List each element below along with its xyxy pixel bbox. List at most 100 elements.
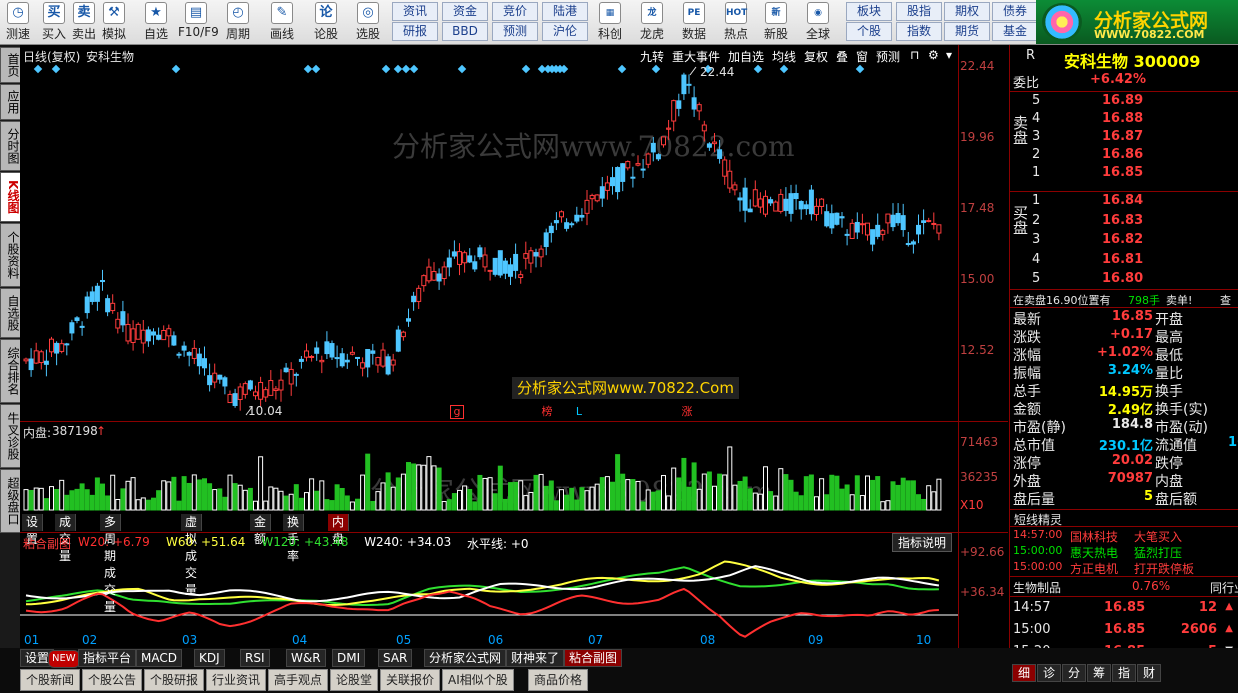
indicator-line: [25, 566, 939, 606]
news-link[interactable]: 个股研报: [144, 669, 205, 691]
quote-bottom-tab[interactable]: 诊: [1037, 664, 1061, 682]
volume-tab[interactable]: 多周期成交量: [100, 514, 122, 614]
left-tab[interactable]: 自选股: [0, 288, 21, 338]
toolbar-dragon-button[interactable]: 龙龙虎: [632, 2, 672, 42]
left-tab[interactable]: 超级盘口: [0, 469, 21, 533]
toolbar-pair-bottom[interactable]: 个股: [846, 22, 892, 41]
volume-tab[interactable]: 虚拟成交量: [181, 514, 203, 597]
volume-bar: [564, 494, 570, 511]
volume-tab[interactable]: 内盘: [328, 514, 350, 546]
ask-price[interactable]: 16.88: [1102, 111, 1143, 126]
volume-bar: [798, 495, 804, 511]
news-link[interactable]: 论股堂: [330, 669, 379, 691]
toolbar-globe-button[interactable]: ◉ 全球: [798, 2, 838, 42]
same-industry-button[interactable]: 同行业: [1210, 579, 1238, 596]
indicator-tab[interactable]: DMI: [332, 649, 366, 667]
toolbar-clock-button[interactable]: ◴ 周期: [220, 2, 256, 42]
big-order-view-button[interactable]: 查: [1220, 292, 1231, 308]
news-link[interactable]: AI相似个股: [442, 669, 514, 691]
toolbar-hot-button[interactable]: HOT 热点: [716, 2, 756, 42]
left-tab[interactable]: 牛叉诊股: [0, 404, 21, 468]
toolbar-pair-top[interactable]: 资讯: [392, 2, 438, 21]
volume-bar: [283, 495, 289, 511]
bid-price[interactable]: 16.83: [1102, 213, 1143, 228]
candle-body: [212, 372, 218, 383]
toolbar-new-stock-button[interactable]: 新新股: [756, 2, 796, 42]
bid-price[interactable]: 16.82: [1102, 232, 1143, 247]
sprite-stock[interactable]: 国林科技: [1070, 528, 1118, 545]
toolbar-pair-bottom[interactable]: BBD: [442, 22, 488, 41]
event-marker[interactable]: g: [450, 405, 464, 419]
toolbar-star-button[interactable]: ★ 自选: [138, 2, 174, 42]
news-link[interactable]: 行业资讯: [206, 669, 267, 691]
left-tab[interactable]: 首页: [0, 47, 21, 83]
event-marker[interactable]: 榜: [540, 405, 554, 419]
left-tab[interactable]: 综合排名: [0, 339, 21, 403]
indicator-tab[interactable]: 粘合副图: [564, 649, 623, 667]
ask-price[interactable]: 16.85: [1102, 165, 1143, 180]
volume-tab[interactable]: 金额: [250, 514, 272, 546]
price-axis-tick: 22.44: [960, 59, 995, 73]
toolbar-discuss-button[interactable]: 论论股: [308, 2, 344, 42]
toolbar-pair-bottom[interactable]: 基金: [992, 22, 1038, 41]
bid-price[interactable]: 16.84: [1102, 193, 1143, 208]
toolbar-pair-top[interactable]: 陆港: [542, 2, 588, 21]
toolbar-select-stock-button[interactable]: ◎ 选股: [350, 2, 386, 42]
sector-name[interactable]: 生物制品: [1013, 579, 1061, 596]
volume-tab[interactable]: 成交量: [55, 514, 77, 563]
toolbar-pair-top[interactable]: 期权: [944, 2, 990, 21]
ask-price[interactable]: 16.89: [1102, 93, 1143, 108]
ask-price[interactable]: 16.87: [1102, 129, 1143, 144]
indicator-tab[interactable]: RSI: [240, 649, 270, 667]
quote-bottom-tab[interactable]: 指: [1112, 664, 1136, 682]
quote-bottom-tab[interactable]: 筹: [1087, 664, 1111, 682]
indicator-tab[interactable]: W&R: [286, 649, 326, 667]
toolbar-hammer-button[interactable]: ⚒ 模拟: [96, 2, 132, 42]
toolbar-pair-bottom[interactable]: 研报: [392, 22, 438, 41]
left-tab[interactable]: K线图: [0, 172, 21, 222]
toolbar-pair-bottom[interactable]: 预测: [492, 22, 538, 41]
candlestick-chart[interactable]: [20, 45, 958, 648]
toolbar-pe-button[interactable]: PE 数据: [674, 2, 714, 42]
indicator-help-button[interactable]: 指标说明: [892, 533, 953, 552]
volume-tab[interactable]: 设置: [22, 514, 44, 546]
toolbar-pair-top[interactable]: 资金: [442, 2, 488, 21]
indicator-tab[interactable]: 分析家公式网: [424, 649, 507, 667]
left-tab[interactable]: 应用: [0, 84, 21, 120]
toolbar-pair-top[interactable]: 股指: [896, 2, 942, 21]
indicator-tab[interactable]: KDJ: [194, 649, 225, 667]
toolbar-pair-bottom[interactable]: 指数: [896, 22, 942, 41]
quote-bottom-tab[interactable]: 分: [1062, 664, 1086, 682]
bid-price[interactable]: 16.81: [1102, 252, 1143, 267]
left-tab[interactable]: 分时图: [0, 121, 21, 171]
event-marker[interactable]: L: [572, 405, 586, 419]
event-marker[interactable]: 涨: [680, 405, 694, 419]
news-link[interactable]: 个股公告: [82, 669, 143, 691]
toolbar-kechuang-button[interactable]: ▦ 科创: [590, 2, 630, 42]
candle-body: [854, 221, 860, 233]
indicator-tab[interactable]: SAR: [378, 649, 413, 667]
indicator-tab[interactable]: 财神来了: [506, 649, 565, 667]
sprite-stock[interactable]: 方正电机: [1070, 560, 1118, 577]
toolbar-pen-button[interactable]: ✎ 画线: [264, 2, 300, 42]
ask-price[interactable]: 16.86: [1102, 147, 1143, 162]
sprite-stock[interactable]: 惠天热电: [1070, 544, 1118, 561]
quote-bottom-tab[interactable]: 财: [1137, 664, 1161, 682]
quote-bottom-tab[interactable]: 细: [1012, 664, 1036, 682]
toolbar-speed-button[interactable]: ◷ 测速: [0, 2, 36, 42]
toolbar-pair-top[interactable]: 债券: [992, 2, 1038, 21]
indicator-tab[interactable]: 指标平台: [78, 649, 137, 667]
toolbar-pair-top[interactable]: 板块: [846, 2, 892, 21]
left-tab[interactable]: 个股资料: [0, 223, 21, 287]
toolbar-f10-button[interactable]: ▤ F10/F9: [178, 2, 219, 42]
volume-tab[interactable]: 换手率: [283, 514, 305, 563]
news-link[interactable]: 商品价格: [528, 669, 589, 691]
bid-price[interactable]: 16.80: [1102, 271, 1143, 286]
news-link[interactable]: 个股新闻: [20, 669, 81, 691]
toolbar-pair-bottom[interactable]: 沪伦: [542, 22, 588, 41]
news-link[interactable]: 高手观点: [268, 669, 329, 691]
toolbar-pair-bottom[interactable]: 期货: [944, 22, 990, 41]
toolbar-pair-top[interactable]: 竞价: [492, 2, 538, 21]
indicator-tab[interactable]: MACD: [136, 649, 182, 667]
news-link[interactable]: 关联报价: [380, 669, 441, 691]
